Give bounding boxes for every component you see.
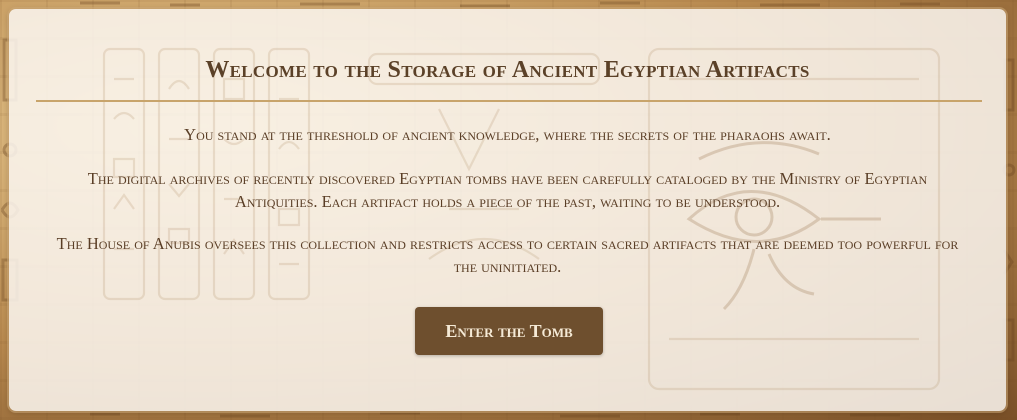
archive-paragraph: The digital archives of recently discove… <box>87 169 928 211</box>
anubis-paragraph: The House of Anubis oversees this collec… <box>56 234 959 276</box>
welcome-card: Welcome to the Storage of Ancient Egypti… <box>9 9 1006 411</box>
enter-tomb-button[interactable]: Enter the Tomb <box>415 307 603 355</box>
title-divider <box>36 100 982 102</box>
page-title: Welcome to the Storage of Ancient Egypti… <box>205 57 810 83</box>
intro-paragraph: You stand at the threshold of ancient kn… <box>184 125 831 144</box>
